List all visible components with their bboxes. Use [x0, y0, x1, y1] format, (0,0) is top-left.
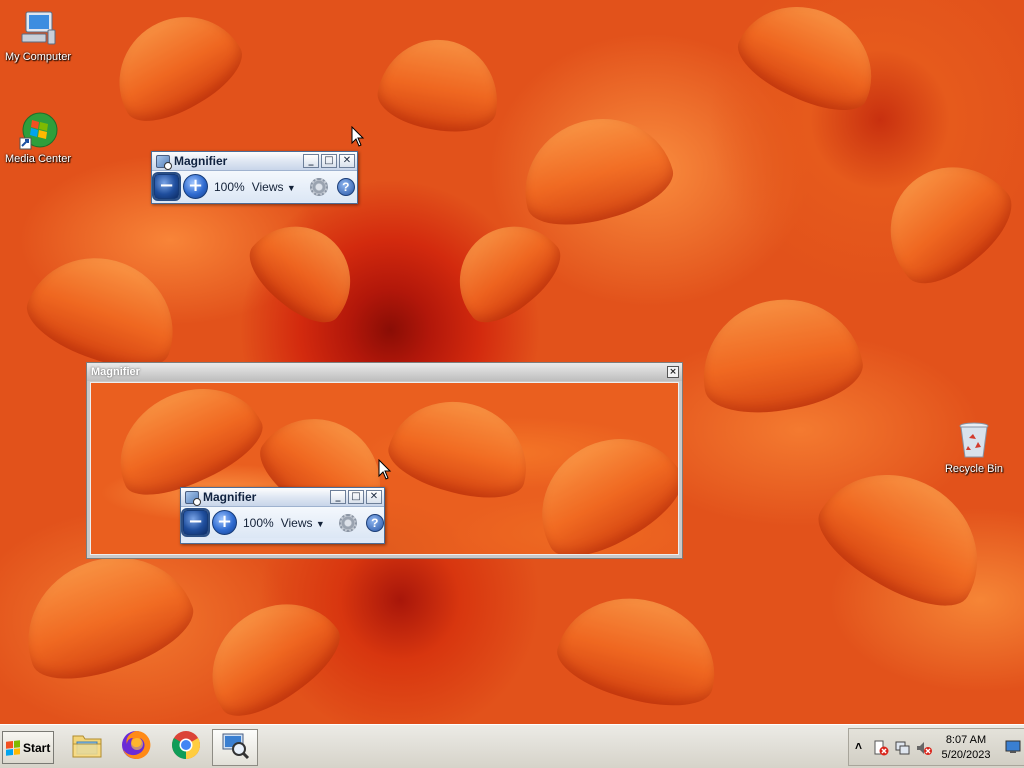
system-tray: ˄ 8:07 AM 5/20/2023 — [848, 728, 1024, 766]
zoom-out-button[interactable]: − — [154, 174, 179, 199]
lens-close-button[interactable]: × — [667, 366, 679, 378]
magnifier-icon — [220, 730, 250, 765]
lens-title: Magnifier — [91, 366, 140, 378]
show-hidden-icons-button[interactable]: ˄ — [855, 739, 862, 753]
start-label: Start — [23, 740, 51, 755]
help-button[interactable]: ? — [336, 177, 355, 196]
network-icon[interactable] — [895, 740, 911, 761]
gear-icon — [338, 513, 357, 532]
gear-icon[interactable] — [309, 177, 328, 196]
clock-time: 8:07 AM — [945, 734, 987, 746]
desktop-wallpaper: My Computer Media Center Recycle Bin Mag… — [0, 0, 1024, 724]
action-center-icon[interactable] — [873, 740, 889, 761]
desktop-icon-my-computer[interactable]: My Computer — [0, 8, 76, 63]
show-desktop-icon[interactable] — [1005, 740, 1021, 759]
desktop-icon-recycle-bin[interactable]: Recycle Bin — [936, 420, 1012, 475]
views-dropdown[interactable]: Views ▼ — [252, 180, 296, 194]
wallpaper-petal — [549, 580, 731, 720]
desktop-icon-label: Recycle Bin — [944, 463, 1004, 475]
computer-icon — [18, 8, 58, 48]
magnifier-app-icon — [185, 490, 201, 506]
wallpaper-petal — [691, 286, 869, 424]
taskbar-app-chrome[interactable] — [163, 729, 209, 766]
magnifier-toolbar: − + 100% Views ▼ ? — [152, 171, 357, 202]
wallpaper-petal — [237, 204, 373, 336]
magnifier-app-icon — [156, 154, 172, 170]
close-button[interactable]: ✕ — [339, 154, 355, 168]
wallpaper-petal — [381, 386, 541, 510]
folder-icon — [71, 731, 103, 764]
wallpaper-petal — [509, 102, 681, 238]
window-title: Magnifier — [174, 154, 228, 168]
clock-date: 5/20/2023 — [941, 749, 991, 761]
firefox-icon — [120, 729, 152, 766]
wallpaper-petal — [17, 237, 193, 383]
magnified-toolbar: − + 100% Views ▼ ? — [181, 507, 384, 538]
minimize-button[interactable]: _ — [303, 154, 319, 168]
windows-logo-icon — [6, 739, 20, 756]
magnifier-lens-window[interactable]: Magnifier × Magnifier _ □ ✕ − + 100% Vie… — [86, 362, 683, 559]
magnified-close-icon: ✕ — [366, 490, 382, 504]
media-center-icon — [18, 110, 58, 150]
start-button[interactable]: Start — [2, 731, 54, 764]
taskbar-app-file-explorer[interactable] — [64, 729, 110, 766]
magnifier-window[interactable]: Magnifier _ □ ✕ − + 100% Views ▼ ? — [151, 151, 358, 204]
chrome-icon — [170, 729, 202, 766]
magnified-zoom-in-icon: + — [212, 510, 237, 535]
magnified-maximize-icon: □ — [348, 490, 364, 504]
magnified-zoom-out-icon: − — [183, 510, 208, 535]
clock[interactable]: 8:07 AM 5/20/2023 — [931, 733, 1001, 763]
volume-muted-icon[interactable] — [916, 740, 932, 761]
magnified-minimize-icon: _ — [330, 490, 346, 504]
zoom-in-button[interactable]: + — [183, 174, 208, 199]
chevron-down-icon: ▼ — [286, 182, 296, 193]
taskbar: Start ˄ 8:07 AM 5/20/2023 — [0, 724, 1024, 768]
lens-titlebar[interactable]: Magnifier × — [87, 363, 682, 381]
wallpaper-petal — [727, 0, 893, 126]
magnified-window-title: Magnifier — [203, 490, 257, 504]
wallpaper-petal — [863, 139, 1024, 301]
desktop-icon-label: Media Center — [4, 153, 72, 165]
wallpaper-petal — [373, 30, 507, 140]
taskbar-app-firefox[interactable] — [113, 729, 159, 766]
magnifier-titlebar[interactable]: Magnifier _ □ ✕ — [152, 152, 357, 171]
magnified-views: Views ▼ — [281, 516, 325, 530]
magnified-titlebar: Magnifier _ □ ✕ — [181, 488, 384, 507]
desktop-icon-label: My Computer — [4, 51, 72, 63]
wallpaper-petal — [96, 0, 254, 137]
taskbar-app-magnifier[interactable] — [212, 729, 258, 766]
wallpaper-petal — [186, 577, 354, 724]
magnified-zoom-level: 100% — [243, 515, 274, 530]
chevron-down-icon: ▼ — [315, 518, 325, 529]
magnified-view: Magnifier _ □ ✕ − + 100% Views ▼ ? — [90, 382, 679, 555]
maximize-button[interactable]: □ — [321, 154, 337, 168]
views-label: Views — [251, 179, 284, 194]
magnified-help-icon: ? — [365, 513, 384, 532]
zoom-level-label: 100% — [214, 179, 245, 194]
wallpaper-petal — [516, 412, 678, 554]
magnified-views-label: Views — [280, 515, 313, 530]
recycle-bin-icon — [954, 420, 994, 460]
desktop-icon-media-center[interactable]: Media Center — [0, 110, 76, 165]
magnified-magnifier-window: Magnifier _ □ ✕ − + 100% Views ▼ ? — [180, 487, 385, 544]
